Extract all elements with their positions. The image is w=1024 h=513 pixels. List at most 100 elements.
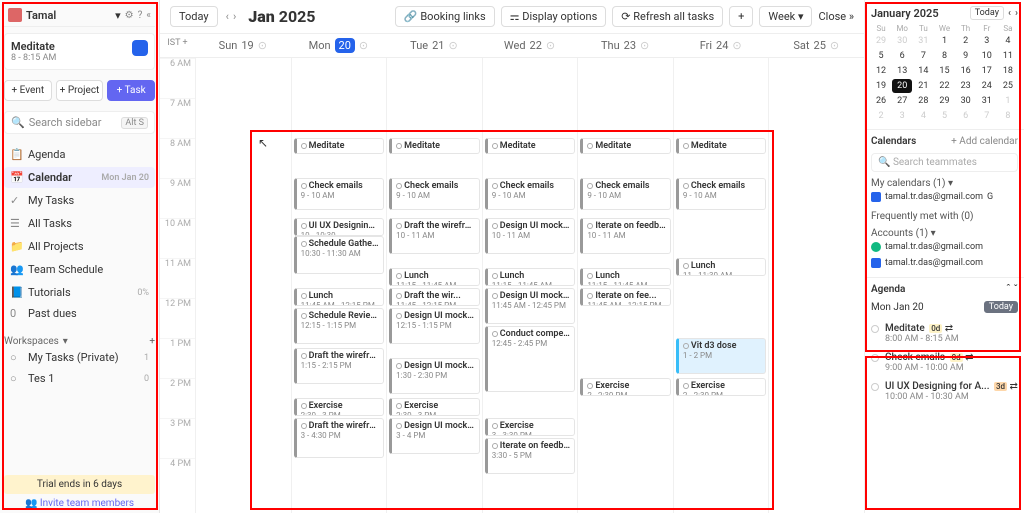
minical-day[interactable]: 23 <box>956 79 976 93</box>
minical-day[interactable]: 5 <box>934 109 954 123</box>
add-button[interactable]: + <box>729 6 753 27</box>
calendar-event[interactable]: Draft the wireframes10 - 11 AM <box>389 218 480 254</box>
agenda-collapse-icon[interactable]: ˆ <box>1006 284 1011 295</box>
minical-day[interactable]: 1 <box>998 94 1018 108</box>
add-workspace-icon[interactable]: + <box>149 336 155 347</box>
minical-day[interactable]: 22 <box>934 79 954 93</box>
nav-all-projects[interactable]: 📁All Projects <box>4 236 155 257</box>
calendar-event[interactable]: Lunch11:15 - 11:45 AM <box>389 268 480 286</box>
new-project-button[interactable]: + Project <box>56 80 104 101</box>
my-calendars-header[interactable]: My calendars (1) ▾ <box>871 178 1018 189</box>
minical-today-button[interactable]: Today <box>970 6 1004 20</box>
calendar-event[interactable]: Exercise2 - 2:30 PM <box>676 378 767 396</box>
past-dues[interactable]: 0 Past dues <box>4 303 155 324</box>
minical-day[interactable]: 7 <box>913 49 933 63</box>
calendar-event[interactable]: Check emails9 - 10 AM <box>485 178 576 210</box>
minical-day[interactable]: 28 <box>913 94 933 108</box>
calendar-event[interactable]: Draft the wireframes3 - 4:30 PM <box>294 418 385 458</box>
today-button[interactable]: Today <box>170 6 218 27</box>
display-options-button[interactable]: ⚎ Display options <box>501 6 607 27</box>
minical-day[interactable]: 29 <box>871 34 891 48</box>
minical-day[interactable]: 31 <box>913 34 933 48</box>
agenda-item[interactable]: Check emails 0d ⇄9:00 AM - 10:00 AM <box>871 348 1018 377</box>
minical-day[interactable]: 20 <box>892 79 912 93</box>
day-column-wed[interactable]: Meditate Check emails9 - 10 AM Design UI m… <box>482 58 578 513</box>
minical-day[interactable]: 9 <box>956 49 976 63</box>
calendar-account[interactable]: tamal.tr.das@gmail.com <box>871 239 1018 255</box>
view-selector[interactable]: Week ▾ <box>759 6 812 27</box>
calendar-event[interactable]: Check emails9 - 10 AM <box>389 178 480 210</box>
calendar-event[interactable]: Meditate <box>676 138 767 154</box>
minical-day[interactable]: 2 <box>956 34 976 48</box>
day-menu-icon[interactable]: ⊙ <box>258 39 267 52</box>
minical-day[interactable]: 1 <box>934 34 954 48</box>
day-menu-icon[interactable]: ⊙ <box>732 39 741 52</box>
day-header[interactable]: Mon 20 ⊙ <box>291 38 387 53</box>
day-header[interactable]: Sun 19 ⊙ <box>195 38 291 53</box>
calendar-event[interactable]: Lunch11:15 - 11:45 AM <box>485 268 576 286</box>
calendar-event[interactable]: Design UI mockups12:15 - 1:15 PM <box>389 308 480 344</box>
calendar-event[interactable]: Check emails9 - 10 AM <box>294 178 385 210</box>
close-button[interactable]: Close » <box>818 10 854 23</box>
minical-day[interactable]: 30 <box>956 94 976 108</box>
calendar-event[interactable]: Meditate <box>485 138 576 154</box>
calendar-event[interactable]: Schedule Gather requirements from...10:3… <box>294 236 385 274</box>
nav-my-tasks[interactable]: ✓My Tasks <box>4 190 155 211</box>
day-column-fri[interactable]: MeditateCheck emails9 - 10 AMLunch11 - 1… <box>673 58 769 513</box>
minical-day[interactable]: 18 <box>998 64 1018 78</box>
minical-day[interactable]: 16 <box>956 64 976 78</box>
calendar-event[interactable]: Iterate on fee...11:45 AM - 12:15 PM <box>580 288 671 306</box>
calendar-account[interactable]: tamal.tr.das@gmail.com G <box>871 189 1018 205</box>
next-week-icon[interactable]: › <box>233 10 236 23</box>
nav-tutorials[interactable]: 📘Tutorials0% <box>4 282 155 303</box>
calendar-event[interactable]: Check emails9 - 10 AM <box>580 178 671 210</box>
minical-day[interactable]: 4 <box>913 109 933 123</box>
calendar-event[interactable]: Design UI mockups10 - 11 AM <box>485 218 576 254</box>
minical-day[interactable]: 11 <box>998 49 1018 63</box>
day-header[interactable]: Thu 23 ⊙ <box>577 38 673 53</box>
trial-banner[interactable]: Trial ends in 6 days <box>4 475 155 494</box>
calendar-event[interactable]: Exercise3 - 3:30 PM <box>485 418 576 436</box>
day-header[interactable]: Sat 25 ⊙ <box>768 38 864 53</box>
calendar-event[interactable]: Schedule Review design with...12:15 - 1:… <box>294 308 385 344</box>
agenda-item[interactable]: UI UX Designing for A... 3d ⇄10:00 AM - … <box>871 377 1018 406</box>
booking-links-button[interactable]: 🔗 Booking links <box>395 6 495 27</box>
minical-day[interactable]: 31 <box>977 94 997 108</box>
agenda-item[interactable]: Meditate 0d ⇄8:00 AM - 8:15 AM <box>871 319 1018 348</box>
calendar-event[interactable]: Exercise2:30 - 3 PM <box>294 398 385 416</box>
minical-day[interactable]: 8 <box>934 49 954 63</box>
help-icon[interactable]: ? <box>138 10 143 21</box>
nav-calendar[interactable]: 📅CalendarMon Jan 20 <box>4 167 155 188</box>
minical-day[interactable]: 17 <box>977 64 997 78</box>
calendar-event[interactable]: Meditate <box>389 138 480 154</box>
calendar-event[interactable]: Lunch11:15 - 11:45 AM <box>580 268 671 286</box>
calendar-event[interactable]: UI UX Designing f...10 - 10:30 <box>294 218 385 236</box>
calendar-event[interactable]: Vit d3 dose1 - 2 PM <box>676 338 767 374</box>
calendar-event[interactable]: Design UI mockups1:30 - 2:30 PM <box>389 358 480 394</box>
calendar-event[interactable]: Draft the wir...11:45 - 12:15 PM <box>389 288 480 306</box>
day-column-thu[interactable]: Meditate Check emails9 - 10 AM Iterate on … <box>577 58 673 513</box>
nav-all-tasks[interactable]: ☰All Tasks <box>4 213 155 234</box>
day-header[interactable]: Wed 22 ⊙ <box>482 38 578 53</box>
nav-agenda[interactable]: 📋Agenda <box>4 144 155 165</box>
minical-day[interactable]: 24 <box>977 79 997 93</box>
calendar-event[interactable]: Iterate on feedback10 - 11 AM <box>580 218 671 254</box>
teammate-search[interactable]: 🔍 Search teammates <box>871 153 1018 172</box>
day-header[interactable]: Tue 21 ⊙ <box>386 38 482 53</box>
day-menu-icon[interactable]: ⊙ <box>359 39 368 52</box>
minical-day[interactable]: 10 <box>977 49 997 63</box>
minical-day[interactable]: 12 <box>871 64 891 78</box>
refresh-button[interactable]: ⟳ Refresh all tasks <box>612 6 723 27</box>
day-menu-icon[interactable]: ⊙ <box>546 39 555 52</box>
calendar-event[interactable]: Meditate <box>580 138 671 154</box>
gear-icon[interactable]: ⚙ <box>125 10 134 21</box>
minical-day[interactable]: 30 <box>892 34 912 48</box>
nav-team-schedule[interactable]: 👥Team Schedule <box>4 259 155 280</box>
minical-prev-icon[interactable]: ‹ <box>1008 8 1011 19</box>
minical-day[interactable]: 27 <box>892 94 912 108</box>
calendar-event[interactable]: Check emails9 - 10 AM <box>676 178 767 210</box>
day-menu-icon[interactable]: ⊙ <box>449 39 458 52</box>
workspace-item[interactable]: ○My Tasks (Private)1 <box>4 347 155 368</box>
calendar-event[interactable]: Design UI mockups3 - 4 PM <box>389 418 480 454</box>
add-calendar-button[interactable]: + Add calendar <box>951 136 1018 147</box>
